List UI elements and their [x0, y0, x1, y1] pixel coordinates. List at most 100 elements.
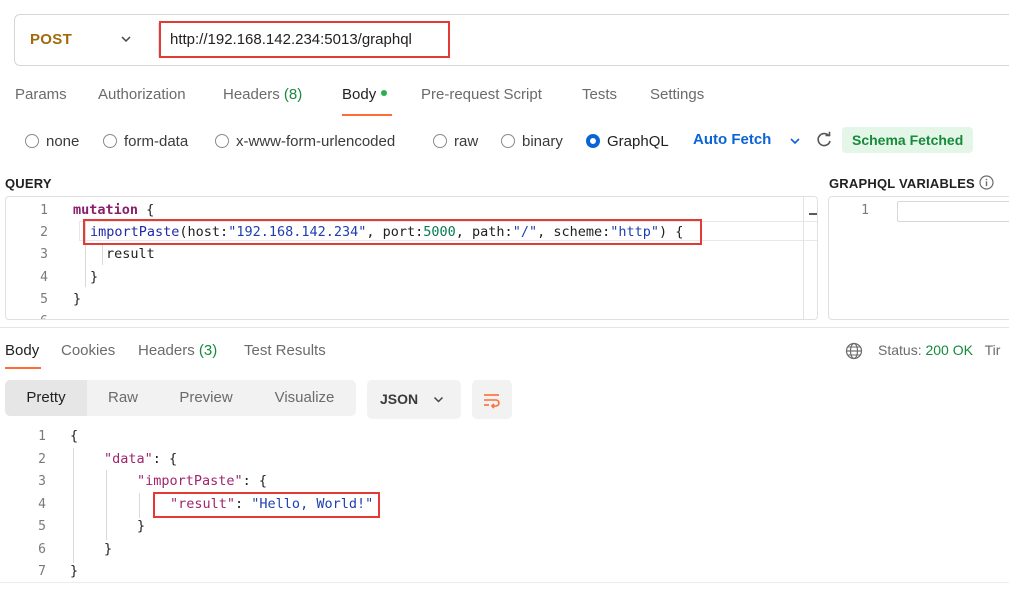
tab-label: Body: [5, 342, 40, 359]
tab-pre-request-script[interactable]: Pre-request Script: [421, 86, 542, 104]
tab-params[interactable]: Params: [15, 86, 67, 104]
body-indicator-dot: [381, 90, 388, 97]
wrap-lines-button[interactable]: [472, 380, 512, 419]
tab-label: Authorization: [98, 86, 186, 103]
view-visualize-button[interactable]: Visualize: [253, 380, 356, 416]
code-line-5: }: [73, 291, 82, 307]
radio-form-data[interactable]: form-data: [103, 132, 188, 150]
variables-label: GRAPHQL VARIABLES: [829, 176, 975, 191]
tab-tests[interactable]: Tests: [582, 86, 617, 104]
view-raw-button[interactable]: Raw: [87, 380, 159, 416]
chevron-down-icon[interactable]: [788, 134, 802, 148]
radio-circle[interactable]: [433, 134, 447, 148]
json-line-2: "data": {: [104, 451, 177, 467]
tab-label: Params: [15, 86, 67, 103]
tab-label: Headers: [223, 86, 280, 103]
line-number: 4: [40, 270, 48, 285]
line-number: 3: [38, 474, 46, 489]
mutation-keyword: mutation: [73, 202, 139, 218]
radio-label: raw: [454, 132, 479, 150]
radio-circle[interactable]: [25, 134, 39, 148]
query-editor[interactable]: 1 2 3 4 5 6 mutation { importPaste(host:…: [5, 196, 818, 320]
radio-circle[interactable]: [215, 134, 229, 148]
json-line-3: "importPaste": {: [137, 473, 267, 489]
tab-label: Test Results: [244, 342, 326, 359]
mutation-highlight-box: [83, 219, 702, 245]
code-line-3: result: [106, 246, 155, 262]
editor-scrollbar[interactable]: [803, 197, 804, 319]
radio-circle-selected[interactable]: [586, 134, 600, 148]
tab-label: Body: [342, 86, 377, 103]
json-line-6: }: [104, 541, 113, 557]
scroll-marker: [809, 213, 817, 215]
code-line-4: }: [90, 269, 99, 285]
line-number: 5: [40, 292, 48, 307]
line-number: 1: [38, 429, 46, 444]
radio-label: binary: [522, 132, 563, 150]
radio-none[interactable]: none: [25, 132, 79, 150]
response-tab-test-results[interactable]: Test Results: [244, 342, 326, 359]
json-line-7: }: [70, 563, 79, 579]
format-select[interactable]: JSON: [367, 380, 461, 419]
tab-label: Headers: [138, 342, 195, 359]
line-number: 1: [861, 203, 869, 218]
response-tab-body[interactable]: Body: [5, 342, 39, 359]
tab-settings[interactable]: Settings: [650, 86, 704, 104]
view-pretty-button[interactable]: Pretty: [5, 380, 87, 416]
info-icon[interactable]: [979, 175, 994, 190]
radio-label: none: [46, 132, 80, 150]
line-number: 2: [38, 452, 46, 467]
radio-raw[interactable]: raw: [433, 132, 478, 150]
radio-binary[interactable]: binary: [501, 132, 563, 150]
query-label: QUERY: [5, 176, 52, 191]
radio-circle[interactable]: [501, 134, 515, 148]
headers-count: (8): [283, 86, 303, 103]
schema-status-badge: Schema Fetched: [842, 127, 974, 153]
wrap-lines-icon: [484, 394, 500, 409]
bottom-divider: [0, 582, 1009, 583]
response-tab-cookies[interactable]: Cookies: [61, 342, 115, 359]
status-label: Status:: [878, 342, 922, 358]
line-number: 3: [40, 247, 48, 262]
pane-divider[interactable]: [0, 327, 1009, 328]
response-tab-headers[interactable]: Headers (3): [138, 342, 217, 359]
response-status[interactable]: Status: 200 OK Tir: [878, 342, 1000, 358]
code-text: {: [138, 202, 155, 218]
headers-count: (3): [198, 342, 218, 359]
result-highlight-box: [153, 492, 380, 518]
json-punct: : {: [152, 451, 178, 467]
method-select[interactable]: POST: [30, 15, 72, 65]
chevron-down-icon: [433, 396, 444, 403]
line-number: 6: [24, 314, 48, 319]
variables-editor[interactable]: 1: [828, 196, 1009, 320]
json-line-1: {: [70, 428, 79, 444]
code-line-1: mutation {: [73, 202, 154, 218]
radio-urlencoded[interactable]: x-www-form-urlencoded: [215, 132, 395, 150]
url-highlight-box: [159, 21, 450, 58]
line-number: 6: [38, 542, 46, 557]
tab-label: Pre-request Script: [421, 86, 542, 103]
json-key: "data": [104, 451, 153, 467]
radio-label: x-www-form-urlencoded: [236, 132, 396, 150]
globe-icon[interactable]: [845, 342, 863, 360]
tab-headers[interactable]: Headers (8): [223, 86, 302, 104]
refresh-icon[interactable]: [815, 131, 833, 149]
json-line-5: }: [137, 518, 146, 534]
tab-authorization[interactable]: Authorization: [98, 86, 186, 104]
line-number: 1: [40, 203, 48, 218]
view-preview-button[interactable]: Preview: [159, 380, 253, 416]
active-tab-underline: [342, 114, 392, 116]
chevron-down-icon[interactable]: [119, 32, 133, 46]
radio-graphql[interactable]: GraphQL: [586, 132, 669, 150]
line-number: 2: [40, 225, 48, 240]
radio-circle[interactable]: [103, 134, 117, 148]
active-tab-underline: [5, 367, 41, 369]
variables-input[interactable]: [897, 201, 1009, 222]
tab-label: Tests: [582, 86, 618, 103]
auto-fetch-button[interactable]: Auto Fetch: [693, 131, 771, 148]
line-number: 4: [38, 497, 46, 512]
status-time-label: Tir: [984, 342, 1001, 358]
indent-guide: [102, 243, 103, 265]
tab-body[interactable]: Body: [342, 86, 388, 104]
format-label: JSON: [380, 391, 419, 407]
